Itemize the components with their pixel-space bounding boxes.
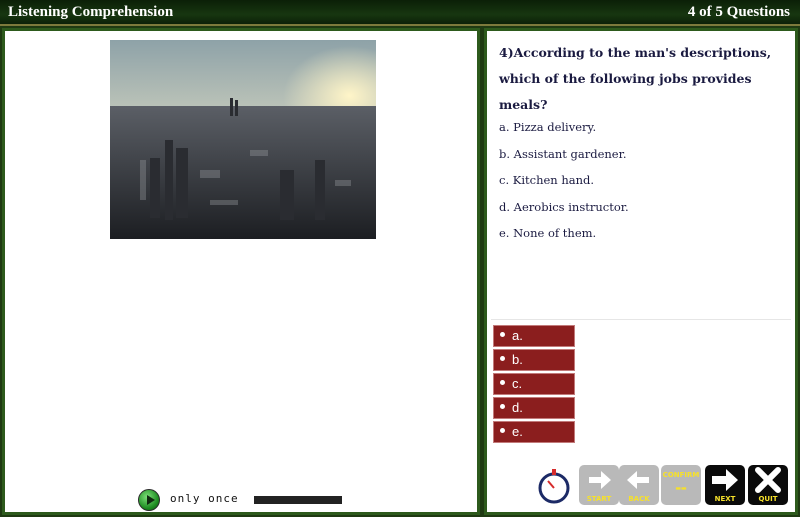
timer-icon [535,467,573,505]
confirm-icon: ▬▬ [675,485,687,492]
back-label: BACK [628,495,650,503]
quit-button[interactable]: QUIT [748,465,788,505]
play-audio-button[interactable] [138,489,160,511]
option-c: c. Kitchen hand. [499,173,595,187]
answer-button-c[interactable]: c. [493,373,575,395]
city-skyline-photo [110,40,376,239]
start-button[interactable]: START [579,465,619,505]
start-label: START [586,495,612,503]
quit-x-icon [755,467,781,493]
media-panel: only once [2,28,480,515]
next-label: NEXT [714,495,736,503]
confirm-button[interactable]: CONFIRM ▬▬ [661,465,701,505]
answer-button-e[interactable]: e. [493,421,575,443]
audio-progress-bar [254,496,342,504]
play-limit-label: only once [170,492,239,505]
navigation-toolbar: START BACK CONFIRM ▬▬ NEXT QUIT [535,465,795,507]
arrow-right-icon [589,471,611,489]
option-d: d. Aerobics instructor. [499,199,629,214]
question-text: 4)According to the man's descriptions, w… [499,45,772,112]
back-button[interactable]: BACK [619,465,659,505]
quit-label: QUIT [758,495,778,503]
divider [491,319,791,320]
answer-button-a[interactable]: a. [493,325,575,347]
question-panel: 4)According to the man's descriptions, w… [484,28,798,515]
answer-button-d[interactable]: d. [493,397,575,419]
question-counter: 4 of 5 Questions [687,4,790,20]
section-title: Listening Comprehension [8,4,174,20]
answer-buttons: a. b. c. d. e. [493,325,575,445]
next-button[interactable]: NEXT [705,465,745,505]
option-b: b. Assistant gardener. [499,146,627,161]
confirm-label: CONFIRM [662,471,700,479]
arrow-left-icon [627,471,649,489]
option-list: a. Pizza delivery. b. Assistant gardener… [499,119,629,252]
title-bar: Listening Comprehension 4 of 5 Questions [0,0,800,26]
next-arrow-icon [712,469,738,491]
audio-progress-fill [254,496,342,504]
option-e: e. None of them. [499,226,597,240]
option-a: a. Pizza delivery. [499,120,597,134]
answer-button-b[interactable]: b. [493,349,575,371]
